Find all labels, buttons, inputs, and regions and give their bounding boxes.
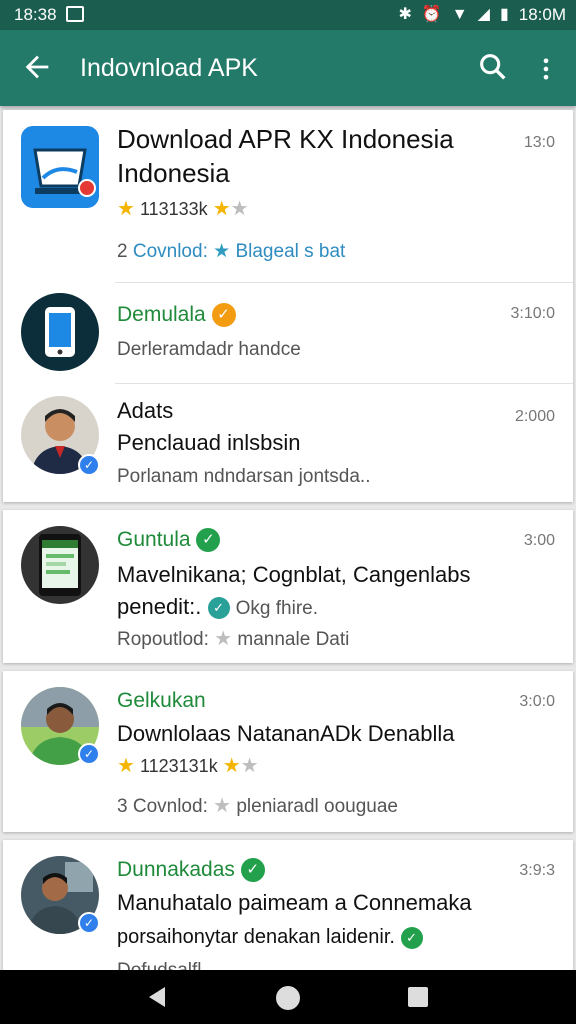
star-empty-icon: ★ [230,198,249,220]
rating-row: ★ 1123131k ★★ [117,753,259,778]
download-row: 3 Covnlod: ★ pleniaradl oouguae [117,793,398,818]
download-label: Covnlod: [132,241,208,262]
nav-recents-icon[interactable] [408,987,428,1007]
item-line3-text: porsaihonytar denakan laidenir. [117,926,395,948]
star-icon: ★ [212,198,231,220]
road-map-icon [33,148,96,197]
download-prefix: 2 [117,241,128,262]
item-line2: Downlolaas NatananADk Denablla [117,721,455,746]
wifi-icon: ▼ [451,6,468,23]
download-label: Covnlod: [132,796,208,817]
contact-name: Dunnakadas ✓ [117,858,265,883]
download-value: Blageal s bat [235,241,346,262]
item-line3-text: penedit:. [117,594,202,619]
star-empty-icon: ★ [240,755,259,777]
contact-name: Demulala ✓ [117,303,236,328]
contact-name-text: Dunnakadas [117,858,235,881]
list-item[interactable]: Guntula ✓ Mavelnikana; Cognblat, Cangenl… [3,510,573,663]
system-nav-bar [0,970,576,1024]
contact-name-text: Guntula [117,528,191,551]
phone-icon [45,307,75,357]
contact-name-text: Demulala [117,303,206,326]
list-item[interactable]: ✓ Adats Penclauad inlsbsin Porlanam ndnd… [3,384,573,502]
item-title-line2: Indonesia [117,158,230,188]
bluetooth-icon: ✱ [398,6,412,23]
alarm-icon: ⏰ [421,6,442,23]
badge-icon: ✓ [78,912,100,934]
result-card: ✓ Gelkukan Downlolaas NatananADk Denabll… [3,671,573,832]
battery-icon: ▮ [499,6,509,23]
item-line2: Penclauad inlsbsin [117,430,301,455]
nav-home-icon[interactable] [276,986,300,1010]
phone-screen-icon [39,534,81,596]
result-card: Download APR KX Indonesia Indonesia ★ 11… [3,110,573,502]
status-bar: 18:38 ✱ ⏰ ▼ ◢ ▮ 18:0M [0,0,576,30]
app-bar: Indovnload APK [0,30,576,106]
item-subtitle-text: Ropoutlod: [117,629,209,650]
result-card: Guntula ✓ Mavelnikana; Cognblat, Cangenl… [3,510,573,663]
list-item[interactable]: ✓ Gelkukan Downlolaas NatananADk Denabll… [3,671,573,832]
avatar [21,526,99,604]
item-subtitle: Derleramdadr handce [117,339,301,360]
verified-icon: ✓ [196,528,221,553]
avatar [21,293,99,371]
rating-count: 1123131k [139,756,218,776]
back-arrow-icon[interactable] [20,50,54,84]
app-icon [21,126,99,208]
item-line2: Manuhatalo paimeam a Connemaka [117,890,472,915]
verified-icon: ✓ [211,303,236,328]
status-time: 18:38 [14,5,57,24]
item-line3: porsaihonytar denakan laidenir. ✓ [117,926,423,949]
star-icon: ★ [117,755,135,777]
result-card: ✓ Dunnakadas ✓ Manuhatalo paimeam a Conn… [3,840,573,980]
star-icon: ★ [213,241,231,262]
download-row: 2 Covnlod: ★ Blageal s bat [117,240,345,263]
status-clock: 18:0M [518,5,566,24]
contact-name: Guntula ✓ [117,528,221,553]
item-time: 13:0 [523,134,555,151]
check-icon: ✓ [207,597,230,620]
image-notification-icon [66,6,84,22]
item-time: 2:000 [514,408,555,425]
item-subtitle: Porlanam ndndarsan jontsda.. [117,466,371,487]
item-time: 3:0:0 [519,693,555,710]
badge-icon: ✓ [78,454,100,476]
list-item[interactable]: Demulala ✓ Derleramdadr handce 3:10:0 [3,283,573,383]
star-icon: ★ [214,628,233,650]
item-line3-tail: Okg fhire. [235,598,319,619]
item-title: Download APR KX Indonesia [117,124,454,154]
page-title: Indovnload APK [80,54,258,82]
star-icon: ★ [222,755,241,777]
download-value: pleniaradl oouguae [236,796,398,817]
item-subtitle-tail: mannale Dati [237,629,350,650]
download-prefix: 3 [117,796,128,817]
rating-count: 113133k [139,199,208,219]
star-icon: ★ [117,198,135,220]
item-time: 3:10:0 [510,305,555,322]
verified-icon: ✓ [240,858,265,883]
status-icons: ✱ ⏰ ▼ ◢ ▮ 18:0M [398,5,566,25]
nav-back-icon[interactable] [147,986,167,1008]
item-line3: penedit:. ✓ Okg fhire. [117,594,318,620]
rating-row: ★ 113133k ★★ [117,196,249,221]
overflow-menu-icon[interactable] [532,52,560,86]
check-icon: ✓ [400,926,423,949]
contact-name: Gelkukan [117,689,206,712]
item-time: 3:00 [523,532,555,549]
badge-icon: ✓ [78,743,100,765]
list-item[interactable]: Download APR KX Indonesia Indonesia ★ 11… [3,110,573,282]
signal-icon: ◢ [477,6,490,23]
search-icon[interactable] [476,50,510,84]
item-line2: Mavelnikana; Cognblat, Cangenlabs [117,562,471,587]
item-subtitle: Ropoutlod: ★ mannale Dati [117,626,349,651]
star-icon: ★ [213,795,232,817]
contact-name: Adats [117,398,174,423]
list-item[interactable]: ✓ Dunnakadas ✓ Manuhatalo paimeam a Conn… [3,840,573,980]
item-time: 3:9:3 [519,862,555,879]
